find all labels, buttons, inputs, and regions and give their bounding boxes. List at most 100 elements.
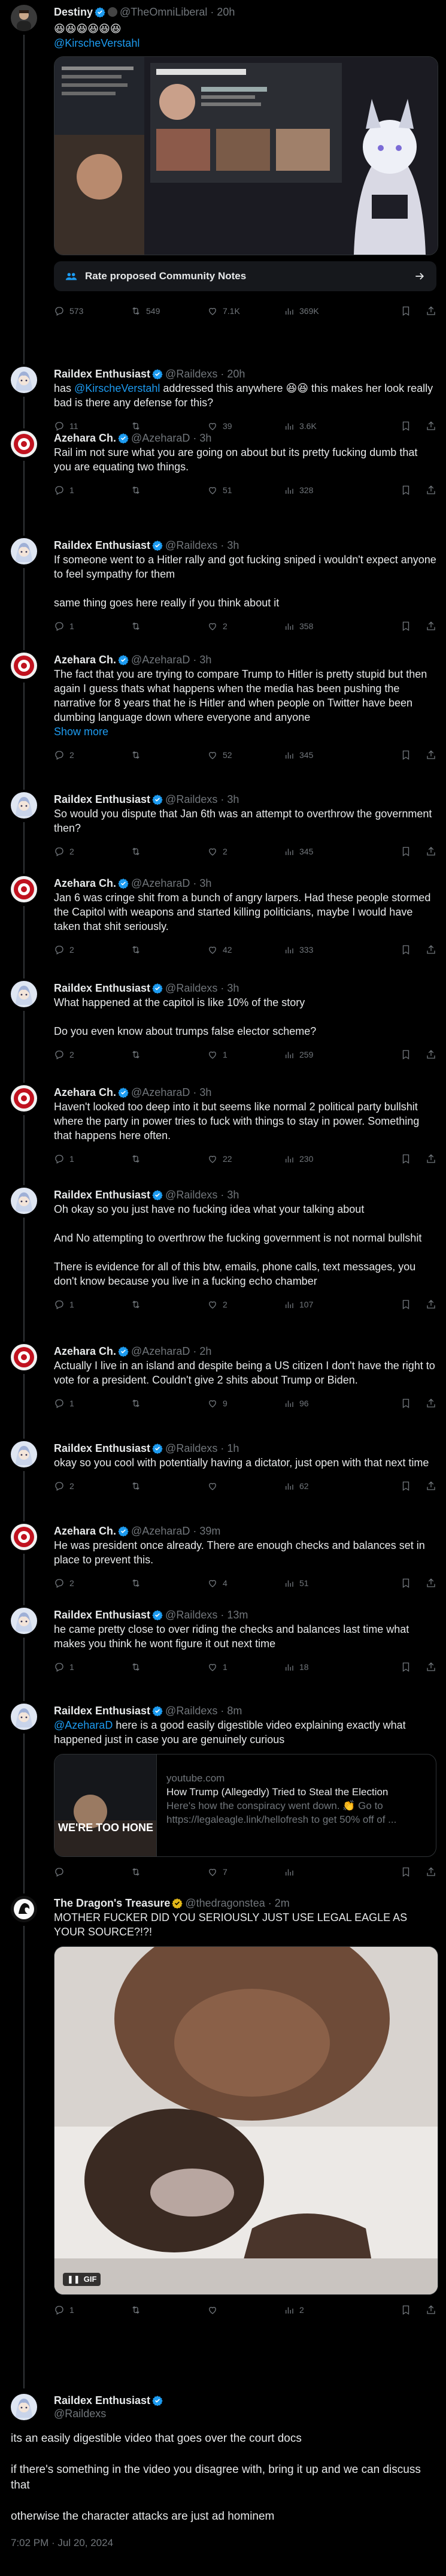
- author-handle[interactable]: @TheOmniLiberal: [120, 6, 207, 18]
- share-icon[interactable]: [426, 1398, 436, 1409]
- share-icon[interactable]: [426, 944, 436, 955]
- author-name[interactable]: Azehara Ch.: [54, 1525, 116, 1537]
- tweet-media-image[interactable]: [54, 56, 438, 255]
- bookmark-icon[interactable]: [401, 750, 411, 760]
- author-handle[interactable]: @Raildexs: [165, 1189, 217, 1201]
- repost-button[interactable]: [131, 1049, 207, 1060]
- author-name[interactable]: Raildex Enthusiast: [54, 982, 150, 994]
- share-icon[interactable]: [426, 1662, 436, 1672]
- author-handle[interactable]: @AzeharaD: [131, 654, 190, 666]
- share-icon[interactable]: [426, 306, 436, 316]
- bookmark-icon[interactable]: [401, 485, 411, 496]
- views-button[interactable]: 259: [284, 1049, 360, 1060]
- repost-button[interactable]: [131, 1662, 207, 1672]
- views-button[interactable]: 328: [284, 485, 360, 496]
- views-button[interactable]: 345: [284, 846, 360, 857]
- views-button[interactable]: 107: [284, 1299, 360, 1310]
- repost-button[interactable]: [131, 485, 207, 496]
- bookmark-icon[interactable]: [401, 1481, 411, 1491]
- bookmark-icon[interactable]: [401, 1049, 411, 1060]
- views-button[interactable]: [284, 1867, 360, 1877]
- repost-button[interactable]: [131, 1867, 207, 1877]
- tweet[interactable]: The Dragon's Treasure @thedragonstea · 2m…: [0, 1896, 446, 2315]
- share-icon[interactable]: [426, 846, 436, 857]
- share-icon[interactable]: [426, 485, 436, 496]
- repost-button[interactable]: [131, 1398, 207, 1409]
- like-button[interactable]: 9: [207, 1398, 284, 1409]
- tweet[interactable]: Raildex Enthusiast @Raildexs · 13m he came…: [0, 1608, 446, 1686]
- author-handle[interactable]: @Raildexs: [165, 1442, 217, 1454]
- author-name[interactable]: Destiny: [54, 6, 93, 18]
- repost-button[interactable]: [131, 944, 207, 955]
- views-button[interactable]: 369K: [284, 306, 360, 316]
- author-handle[interactable]: @Raildexs: [54, 2407, 165, 2420]
- repost-button[interactable]: [131, 750, 207, 760]
- tweet-time[interactable]: 1h: [227, 1442, 239, 1454]
- views-button[interactable]: 333: [284, 944, 360, 955]
- author-name[interactable]: The Dragon's Treasure: [54, 1897, 170, 1909]
- views-button[interactable]: 62: [284, 1481, 360, 1491]
- share-icon[interactable]: [426, 1153, 436, 1164]
- tweet[interactable]: Raildex Enthusiast @Raildexs · 3h So would…: [0, 792, 446, 870]
- bookmark-icon[interactable]: [401, 1153, 411, 1164]
- repost-button[interactable]: [131, 846, 207, 857]
- like-button[interactable]: 2: [207, 846, 284, 857]
- author-name[interactable]: Azehara Ch.: [54, 877, 116, 889]
- views-button[interactable]: 51: [284, 1578, 360, 1589]
- tweet-time[interactable]: 13m: [227, 1609, 248, 1621]
- tweet[interactable]: Raildex Enthusiast @Raildexs · 3h What hap…: [0, 981, 446, 1080]
- repost-button[interactable]: [131, 1299, 207, 1310]
- bookmark-icon[interactable]: [401, 306, 411, 316]
- repost-button[interactable]: [131, 2305, 207, 2315]
- reply-button[interactable]: 2: [54, 944, 131, 955]
- like-button[interactable]: 42: [207, 944, 284, 955]
- bookmark-icon[interactable]: [401, 1662, 411, 1672]
- author-name[interactable]: Azehara Ch.: [54, 1345, 116, 1357]
- views-button[interactable]: 2: [284, 2305, 360, 2315]
- author-handle[interactable]: @Raildexs: [165, 793, 217, 805]
- tweet[interactable]: Raildex Enthusiast @Raildexs · 1h okay so …: [0, 1441, 446, 1513]
- link-preview-card[interactable]: WE'RE TOO HONE youtube.com How Trump (Alle…: [54, 1754, 436, 1857]
- reply-button[interactable]: 1: [54, 485, 131, 496]
- like-button[interactable]: 1: [207, 1049, 284, 1060]
- author-handle[interactable]: @AzeharaD: [131, 877, 190, 889]
- share-icon[interactable]: [426, 1049, 436, 1060]
- author-name[interactable]: Azehara Ch.: [54, 654, 116, 666]
- like-button[interactable]: 2: [207, 1299, 284, 1310]
- share-icon[interactable]: [426, 1867, 436, 1877]
- repost-button[interactable]: [131, 1153, 207, 1164]
- author-handle[interactable]: @Raildexs: [165, 368, 217, 380]
- repost-button[interactable]: 549: [131, 306, 207, 316]
- author-handle[interactable]: @AzeharaD: [131, 1525, 190, 1537]
- reply-button[interactable]: 1: [54, 2305, 131, 2315]
- repost-button[interactable]: [131, 421, 207, 431]
- views-button[interactable]: 358: [284, 621, 360, 632]
- reply-button[interactable]: 1: [54, 1398, 131, 1409]
- like-button[interactable]: 2: [207, 621, 284, 632]
- bookmark-icon[interactable]: [401, 944, 411, 955]
- author-name[interactable]: Raildex Enthusiast: [54, 539, 150, 551]
- author-handle[interactable]: @AzeharaD: [131, 432, 190, 444]
- reply-button[interactable]: 573: [54, 306, 131, 316]
- author-handle[interactable]: @Raildexs: [165, 1609, 217, 1621]
- tweet[interactable]: Azehara Ch. @AzeharaD · 3h The fact that y…: [0, 653, 446, 772]
- bookmark-icon[interactable]: [401, 846, 411, 857]
- views-button[interactable]: 96: [284, 1398, 360, 1409]
- tweet-time[interactable]: 2h: [199, 1345, 211, 1357]
- show-more-link[interactable]: Show more: [54, 724, 436, 739]
- like-button[interactable]: 4: [207, 1578, 284, 1589]
- mention-link[interactable]: @AzeharaD: [54, 1719, 113, 1731]
- tweet-time[interactable]: 3h: [199, 1086, 211, 1098]
- reply-button[interactable]: 11: [54, 421, 131, 431]
- author-handle[interactable]: @Raildexs: [165, 539, 217, 551]
- author-name[interactable]: Azehara Ch.: [54, 1086, 116, 1098]
- tweet-gif[interactable]: ❚❚ GIF: [54, 1946, 438, 2295]
- author-handle[interactable]: @AzeharaD: [131, 1086, 190, 1098]
- author-name[interactable]: Raildex Enthusiast: [54, 368, 150, 380]
- author-name[interactable]: Raildex Enthusiast: [54, 1705, 150, 1717]
- like-button[interactable]: 52: [207, 750, 284, 760]
- reply-button[interactable]: [54, 1867, 131, 1877]
- tweet-time[interactable]: 3h: [199, 654, 211, 666]
- tweet-time[interactable]: 20h: [217, 6, 235, 18]
- share-icon[interactable]: [426, 421, 436, 431]
